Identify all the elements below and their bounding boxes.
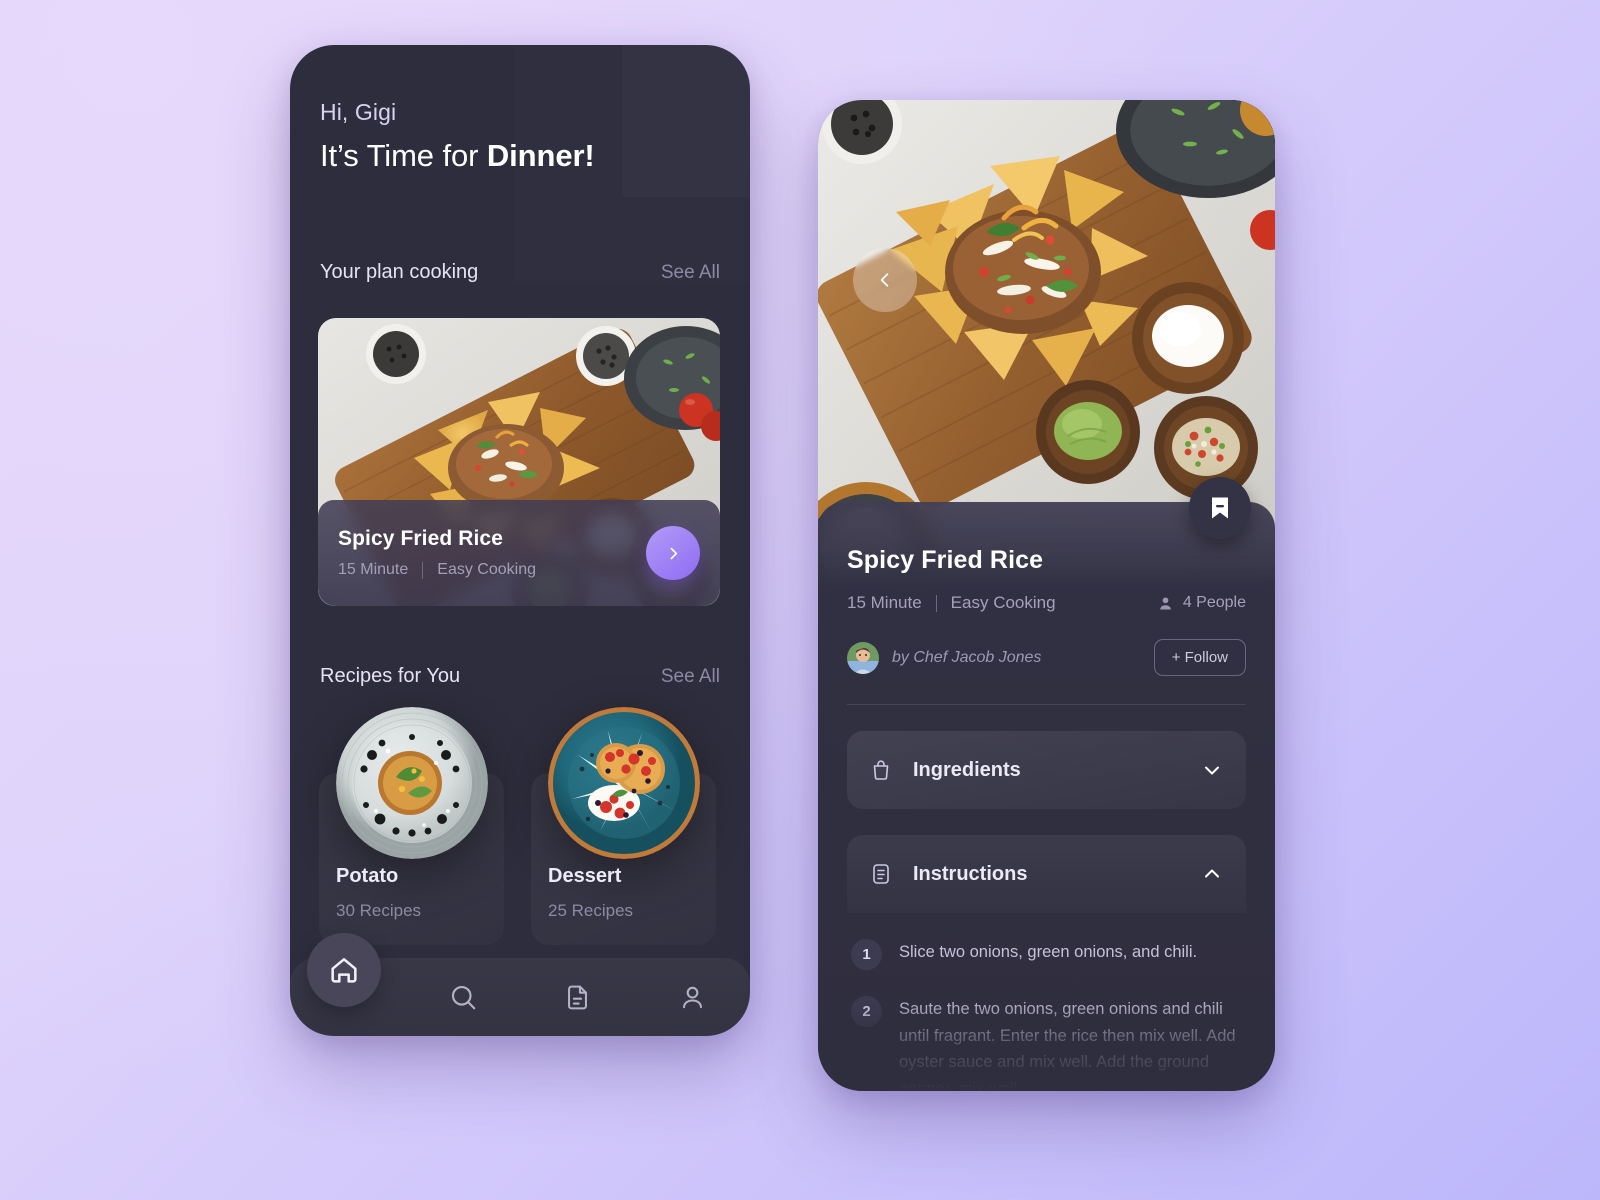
meta-divider xyxy=(422,561,424,579)
recipe-category-count: 25 Recipes xyxy=(548,901,634,920)
recipe-category-card[interactable]: Potato 30 Recipes xyxy=(319,707,504,945)
plan-recipe-difficulty: Easy Cooking xyxy=(437,561,536,578)
chevron-right-icon xyxy=(670,547,677,559)
nav-item-recipes[interactable] xyxy=(520,983,635,1012)
plan-recipe-meta: 15 Minute Easy Cooking xyxy=(338,561,646,579)
bookmark-icon xyxy=(1212,497,1228,519)
plan-see-all-link[interactable]: See All xyxy=(661,262,720,284)
accordion-ingredients[interactable]: Ingredients xyxy=(847,731,1246,809)
instruction-step: 2 Saute the two onions, green onions and… xyxy=(851,996,1242,1091)
home-screen-phone: Hi, Gigi It’s Time for Dinner! Your plan… xyxy=(290,45,750,1036)
recipe-category-thumbnail xyxy=(547,707,700,859)
greeting-text: Hi, Gigi xyxy=(320,99,397,125)
step-number-badge: 2 xyxy=(851,996,882,1027)
recipe-author-row: by Chef Jacob Jones + Follow xyxy=(847,639,1246,676)
recipe-time: 15 Minute xyxy=(847,593,922,612)
accordion-instructions-label: Instructions xyxy=(913,862,1028,885)
headline-bold: Dinner! xyxy=(486,138,595,173)
step-text: Slice two onions, green onions, and chil… xyxy=(899,943,1198,961)
profile-icon xyxy=(683,986,702,1008)
nav-item-profile[interactable] xyxy=(635,983,750,1012)
document-icon xyxy=(873,864,889,884)
recipe-servings-count: 4 People xyxy=(1182,594,1246,611)
accordion-ingredients-label: Ingredients xyxy=(913,758,1021,781)
recipe-author-name: by Chef Jacob Jones xyxy=(892,648,1042,666)
plan-card-overlay: Spicy Fried Rice 15 Minute Easy Cooking xyxy=(318,500,720,606)
greeting-block: Hi, Gigi It’s Time for Dinner! xyxy=(320,99,595,174)
step-text: Saute the two onions, green onions and c… xyxy=(899,1000,1236,1091)
potato-dish-image xyxy=(335,707,488,859)
nav-item-home[interactable] xyxy=(307,933,381,1007)
meta-divider xyxy=(935,594,937,612)
follow-button[interactable]: + Follow xyxy=(1153,639,1246,676)
section-divider xyxy=(847,704,1246,705)
recipe-category-count: 30 Recipes xyxy=(336,901,422,920)
recipe-category-thumbnail xyxy=(335,707,488,859)
plan-card-go-button[interactable] xyxy=(646,526,700,580)
bag-icon xyxy=(873,760,889,780)
recipe-difficulty: Easy Cooking xyxy=(950,593,1056,612)
page-title: It’s Time for Dinner! xyxy=(320,138,595,174)
plan-recipe-card[interactable]: Spicy Fried Rice 15 Minute Easy Cooking xyxy=(318,318,720,606)
instruction-step: 1 Slice two onions, green onions, and ch… xyxy=(851,939,1242,970)
decorative-sheen xyxy=(622,45,750,197)
nav-item-search[interactable] xyxy=(405,982,520,1012)
recipes-section-header: Recipes for You See All xyxy=(320,665,720,688)
plan-section-title: Your plan cooking xyxy=(320,261,479,283)
plan-section-header: Your plan cooking See All xyxy=(320,261,720,284)
person-icon xyxy=(1160,596,1171,610)
chevron-up-icon[interactable] xyxy=(1200,862,1224,886)
search-icon xyxy=(451,985,475,1010)
recipe-category-title: Dessert xyxy=(548,865,622,887)
recipe-meta-row: 15 Minute Easy Cooking 4 People xyxy=(847,593,1246,613)
plan-card-info: Spicy Fried Rice 15 Minute Easy Cooking xyxy=(338,527,646,579)
headline-prefix: It’s Time for xyxy=(320,138,487,173)
document-icon xyxy=(568,985,587,1009)
recipe-category-card[interactable]: Dessert 25 Recipes xyxy=(531,707,716,945)
plan-recipe-time: 15 Minute xyxy=(338,561,409,578)
recipe-servings: 4 People xyxy=(1157,594,1246,612)
step-number-badge: 1 xyxy=(851,939,882,970)
author-avatar-image xyxy=(847,641,879,674)
recipe-title: Spicy Fried Rice xyxy=(847,546,1044,574)
recipe-category-title: Potato xyxy=(336,865,399,887)
recipes-section-title: Recipes for You xyxy=(320,665,461,687)
back-button[interactable] xyxy=(853,248,917,312)
chevron-down-icon[interactable] xyxy=(1200,758,1224,782)
avatar xyxy=(847,641,879,674)
recipe-detail-phone: Spicy Fried Rice 15 Minute Easy Cooking … xyxy=(818,100,1275,1091)
plan-recipe-name: Spicy Fried Rice xyxy=(338,527,503,550)
home-icon xyxy=(331,958,357,983)
instruction-steps-list: 1 Slice two onions, green onions, and ch… xyxy=(847,939,1246,1091)
recipe-detail-sheet: Spicy Fried Rice 15 Minute Easy Cooking … xyxy=(818,502,1275,1091)
bookmark-button[interactable] xyxy=(1189,477,1251,539)
chevron-left-icon xyxy=(880,273,889,287)
recipes-see-all-link[interactable]: See All xyxy=(661,666,720,688)
accordion-instructions[interactable]: Instructions xyxy=(847,835,1246,913)
dessert-dish-image xyxy=(547,707,700,859)
recipe-meta: 15 Minute Easy Cooking xyxy=(847,593,1056,613)
